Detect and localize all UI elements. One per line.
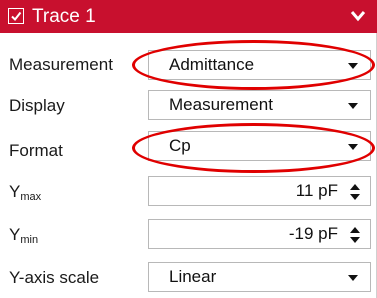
trace-header[interactable]: Trace 1 — [0, 0, 377, 33]
ymin-spinner[interactable]: -19 pF — [148, 219, 371, 249]
spinner-arrows-icon[interactable] — [350, 225, 360, 245]
trace-enable-checkbox[interactable] — [8, 8, 24, 24]
yaxis-scale-label: Y-axis scale — [9, 268, 100, 287]
yaxis-scale-value: Linear — [169, 267, 217, 286]
trace-title: Trace 1 — [32, 6, 96, 27]
dropdown-arrow-icon — [348, 63, 358, 69]
chevron-down-icon[interactable] — [350, 9, 366, 23]
format-label: Format — [9, 141, 63, 160]
dropdown-arrow-icon — [348, 144, 358, 150]
measurement-value: Admittance — [169, 55, 255, 74]
display-dropdown[interactable]: Measurement — [148, 90, 371, 120]
dropdown-arrow-icon — [348, 103, 358, 109]
ymin-label-sub: min — [20, 234, 39, 246]
ymax-value: 11 pF — [295, 181, 338, 200]
check-icon — [11, 11, 22, 22]
ymin-label-main: Y — [9, 225, 21, 244]
measurement-dropdown[interactable]: Admittance — [148, 50, 371, 80]
format-value: Cp — [169, 136, 191, 155]
trace-settings-panel: Trace 1 Measurement Admittance Display M… — [0, 0, 377, 298]
ymin-label: Ymin — [9, 225, 38, 246]
format-dropdown[interactable]: Cp — [148, 131, 371, 161]
ymax-label: Ymax — [9, 182, 41, 203]
dropdown-arrow-icon — [348, 275, 358, 281]
measurement-label: Measurement — [9, 55, 113, 74]
display-label: Display — [9, 96, 65, 115]
ymax-spinner[interactable]: 11 pF — [148, 176, 371, 206]
ymin-value: -19 pF — [288, 224, 338, 243]
ymax-label-sub: max — [20, 191, 42, 203]
display-value: Measurement — [169, 95, 273, 114]
spinner-arrows-icon[interactable] — [350, 182, 360, 202]
yaxis-scale-dropdown[interactable]: Linear — [148, 262, 371, 292]
ymax-label-main: Y — [9, 182, 21, 201]
